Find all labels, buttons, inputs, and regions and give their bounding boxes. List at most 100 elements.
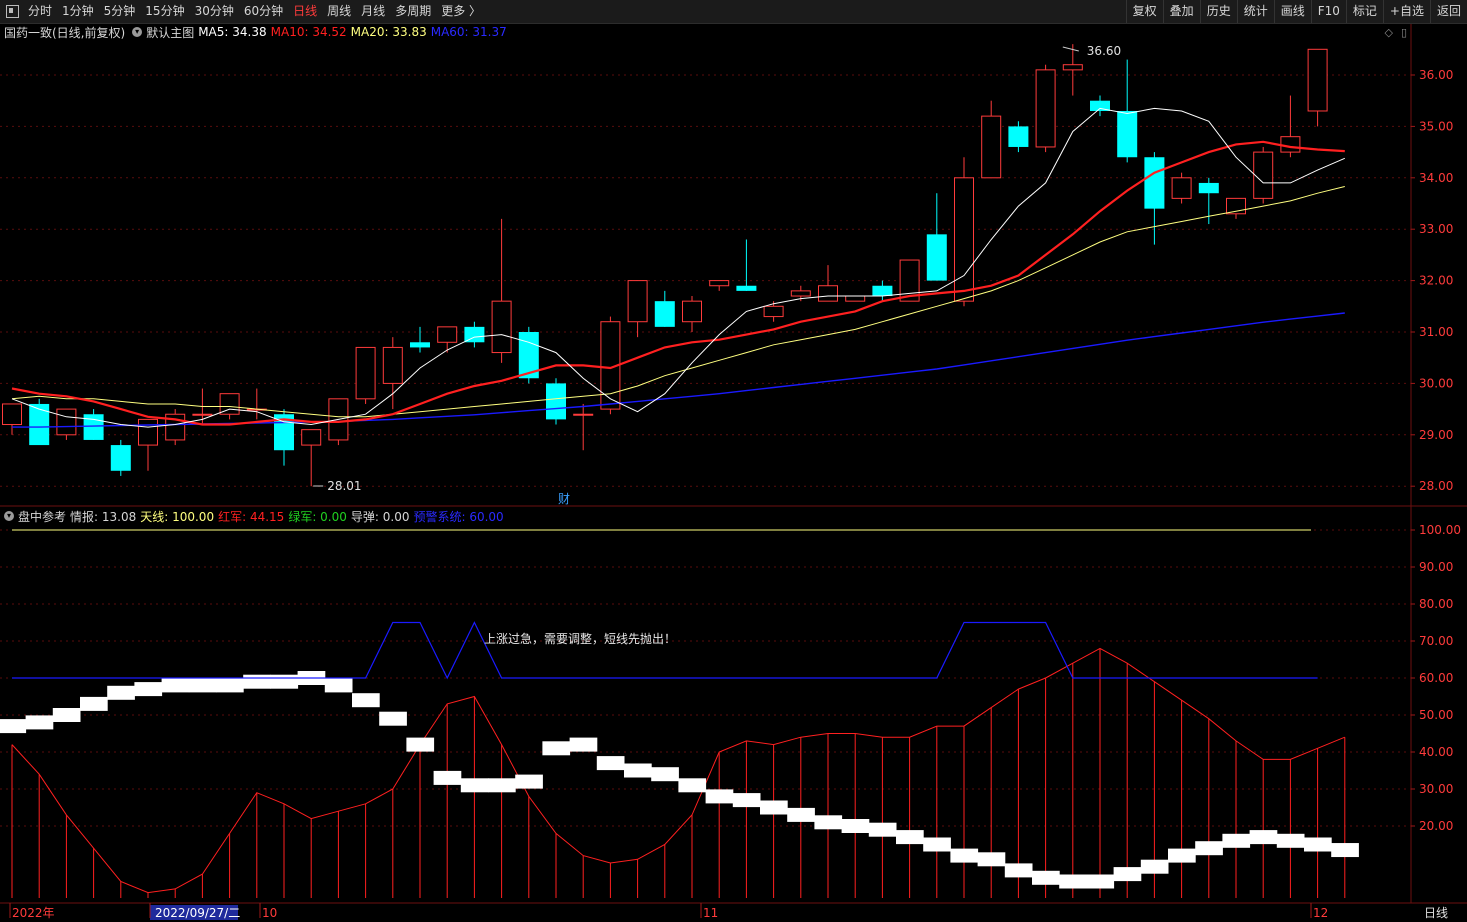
- band-block: [188, 678, 217, 693]
- main-y-tick-label: 29.00: [1419, 428, 1453, 442]
- high-price-label: 36.60: [1087, 44, 1121, 58]
- candle: [491, 218, 512, 363]
- sub-y-tick-label: 40.00: [1419, 745, 1453, 759]
- band-block: [243, 674, 271, 689]
- diamond-icon[interactable]: ◇: [1384, 26, 1392, 39]
- band-block: [596, 756, 625, 771]
- sub-toggle-icon[interactable]: ▾: [4, 511, 14, 521]
- band-block: [134, 682, 163, 697]
- candle: [437, 326, 458, 353]
- main-y-tick-label: 34.00: [1419, 171, 1453, 185]
- candle-body-down: [1144, 157, 1165, 209]
- band-block: [80, 696, 108, 711]
- x-axis-label: 11: [703, 906, 718, 920]
- candle: [1198, 177, 1219, 225]
- ma5-legend: MA5: 34.38: [198, 25, 267, 39]
- lvjun-legend: 绿军: 0.00: [288, 509, 347, 524]
- stock-title: 国药一致(日线,前复权): [4, 25, 126, 40]
- main-y-tick-label: 31.00: [1419, 325, 1453, 339]
- candle: [1171, 172, 1192, 204]
- candle: [301, 429, 322, 487]
- candle: [1090, 95, 1110, 117]
- ma10-legend: MA10: 34.52: [270, 25, 347, 39]
- sub-y-tick-label: 80.00: [1419, 597, 1453, 611]
- ma60-line: [12, 312, 1345, 428]
- candle-body-up: [192, 413, 213, 416]
- candle: [872, 280, 893, 302]
- candle-body-up: [1307, 48, 1328, 112]
- band-block: [678, 778, 707, 793]
- band-block: [977, 852, 1006, 867]
- candle-body-up: [573, 413, 594, 416]
- candle: [627, 280, 648, 338]
- template-name[interactable]: 默认主图: [146, 24, 194, 41]
- candle-body-up: [491, 300, 512, 354]
- sub-y-tick-label: 50.00: [1419, 708, 1453, 722]
- ma5-line: [11, 107, 1345, 428]
- band-block: [352, 693, 380, 708]
- window-icon[interactable]: ▯: [1401, 26, 1407, 39]
- band-block: [1222, 833, 1251, 848]
- candle-body-down: [736, 285, 757, 291]
- candle-body-down: [83, 414, 104, 440]
- band-block: [0, 719, 27, 734]
- candle: [573, 403, 594, 451]
- candle: [1144, 152, 1165, 245]
- band-block: [324, 678, 353, 693]
- band-block: [814, 815, 843, 830]
- daodan-legend: 导弹: 0.00: [350, 509, 410, 524]
- band-block: [379, 711, 407, 726]
- band-block: [569, 737, 598, 752]
- candle-body-down: [110, 445, 131, 471]
- candle: [736, 239, 757, 291]
- sub-y-tick-label: 60.00: [1419, 671, 1453, 685]
- band-block: [705, 789, 734, 804]
- band-block: [460, 778, 489, 793]
- candle: [274, 409, 294, 466]
- band-block: [406, 737, 435, 752]
- warning-annotation: 上涨过急，需要调整，短线先抛出！: [484, 631, 676, 646]
- x-axis-label: 2022/09/27/二: [155, 906, 240, 920]
- band-block: [542, 741, 571, 756]
- band-block: [515, 774, 543, 789]
- x-axis-label: 2022年: [12, 906, 55, 920]
- yujing-legend: 预警系统: 60.00: [413, 509, 504, 524]
- band-block: [732, 793, 761, 808]
- main-pane-corner: ◇ ▯: [1384, 26, 1407, 39]
- candle: [1307, 48, 1328, 127]
- candle-body-down: [1198, 182, 1219, 194]
- candle: [682, 296, 702, 332]
- candle: [246, 388, 267, 420]
- candle-body-up: [682, 300, 702, 323]
- band-block: [25, 715, 54, 730]
- band-block: [1004, 863, 1033, 878]
- candle: [763, 301, 784, 322]
- band-block: [760, 800, 788, 815]
- band-block: [651, 767, 679, 782]
- candle-body-up: [56, 408, 77, 436]
- main-y-tick-label: 30.00: [1419, 376, 1453, 390]
- sub-y-tick-label: 70.00: [1419, 634, 1453, 648]
- template-toggle-icon[interactable]: ▾: [132, 27, 143, 37]
- x-axis-label: 12: [1313, 906, 1328, 920]
- candle-body-up: [138, 418, 158, 446]
- candle-body-up: [1062, 64, 1083, 71]
- sub-y-tick-label: 20.00: [1419, 819, 1453, 833]
- band-block: [1140, 859, 1169, 874]
- band-block: [624, 763, 652, 778]
- candle: [110, 439, 131, 476]
- x-axis-label: 10: [262, 906, 277, 920]
- sub-pane-legend: ▾ 盘中参考 情报: 13.08 天线: 100.00 红军: 44.15 绿军…: [0, 507, 508, 525]
- candle-body-up: [301, 429, 322, 446]
- tianxian-legend: 天线: 100.00: [140, 509, 215, 524]
- candle-body-up: [1253, 151, 1274, 199]
- main-y-tick-label: 36.00: [1419, 68, 1453, 82]
- chart-canvas[interactable]: 36.00 35.00 34.00 33.00 32.00 31.00 30.00 29.00…: [0, 0, 1467, 922]
- qingbao-legend: 情报: 13.08: [70, 509, 137, 524]
- candle: [83, 409, 104, 440]
- indicator-name[interactable]: 盘中参考: [18, 508, 66, 525]
- candle-body-up: [1035, 69, 1056, 148]
- candle: [29, 398, 50, 446]
- band-block: [923, 837, 951, 852]
- sub-y-tick-label: 30.00: [1419, 782, 1453, 796]
